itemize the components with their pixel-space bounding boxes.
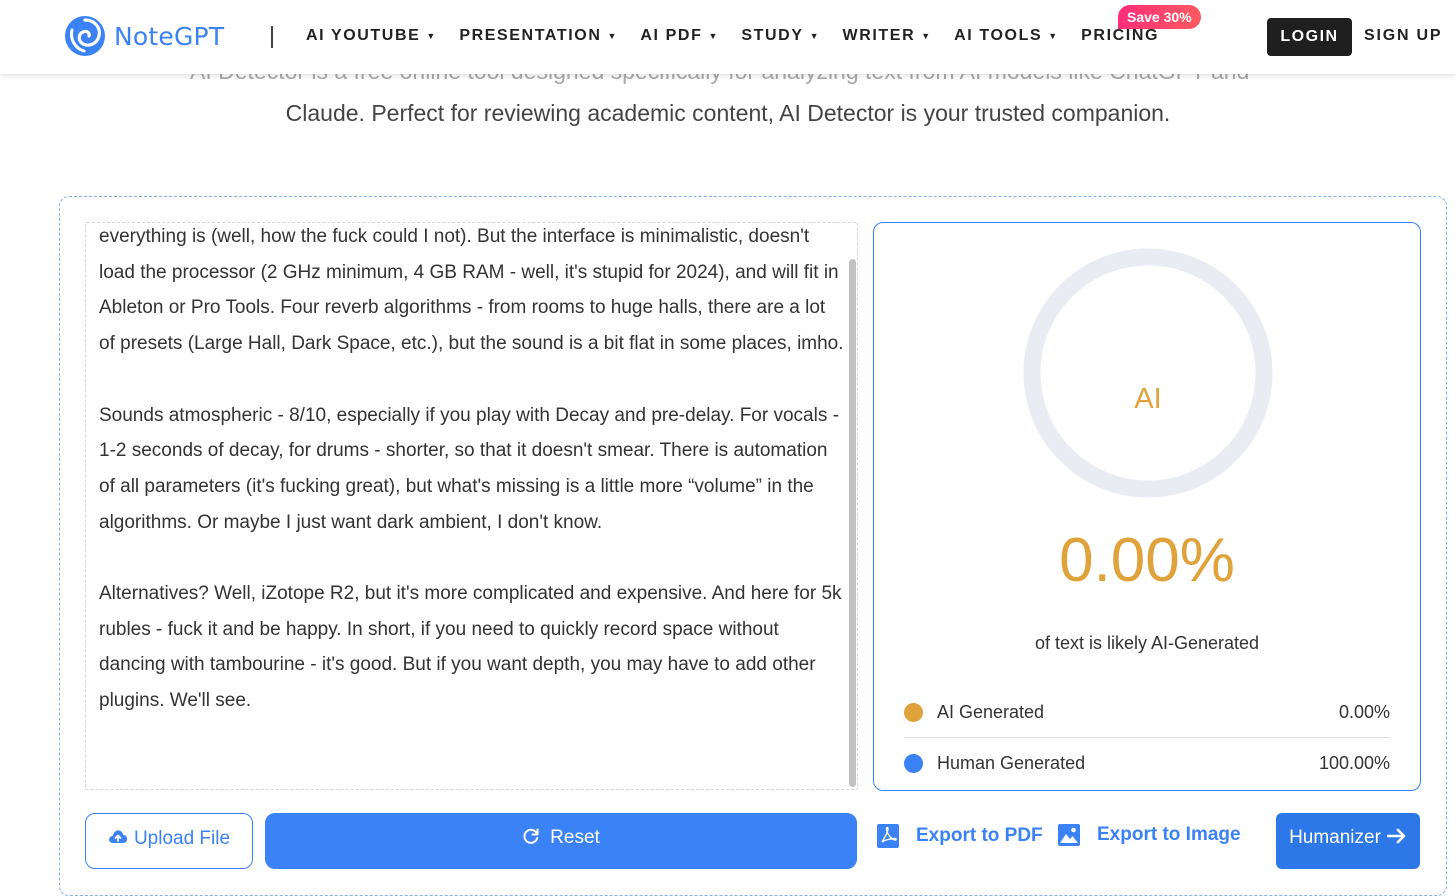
humanizer-label: Humanizer — [1289, 827, 1381, 848]
export-pdf-label: Export to PDF — [916, 825, 1043, 846]
result-caption: of text is likely AI-Generated — [1034, 633, 1260, 653]
refresh-icon — [522, 827, 540, 845]
nav-writer[interactable]: WRITER ▼ — [843, 27, 931, 45]
legend-value: 0.00% — [1338, 702, 1390, 722]
result-card: AI 0.00% of text is likely AI-Generated … — [873, 222, 1421, 791]
caret-down-icon: ▼ — [809, 31, 819, 41]
nav-divider — [271, 26, 273, 48]
save-discount-badge: Save 30% — [1118, 5, 1201, 29]
text-scrollbar[interactable] — [849, 259, 856, 787]
caret-down-icon: ▼ — [1048, 31, 1058, 41]
reset-button[interactable]: Reset — [265, 813, 857, 869]
pdf-file-icon — [876, 823, 900, 849]
notegpt-logo-icon — [62, 14, 108, 58]
nav-study[interactable]: STUDY ▼ — [741, 27, 818, 45]
export-image-button[interactable]: Export to Image — [1057, 823, 1241, 847]
input-text-content: everything is (well, how the fuck could … — [99, 223, 844, 755]
caret-down-icon: ▼ — [921, 31, 931, 41]
nav-ai-tools[interactable]: AI TOOLS ▼ — [954, 27, 1057, 45]
brand-name: NoteGPT — [114, 21, 225, 51]
ai-percentage: 0.00% — [1059, 526, 1235, 595]
upload-file-button[interactable]: Upload File — [85, 813, 253, 869]
reset-label: Reset — [550, 827, 600, 848]
intro-text-line-2: Claude. Perfect for reviewing academic c… — [285, 100, 1171, 126]
top-navbar: NoteGPT AI YOUTUBE ▼ PRESENTATION ▼ AI PDF… — [0, 0, 1456, 74]
input-paragraph: everything is (well, how the fuck could … — [99, 226, 844, 355]
ai-score-ring: AI — [1022, 247, 1274, 499]
login-button[interactable]: LOGIN — [1267, 18, 1352, 56]
caret-down-icon: ▼ — [708, 31, 718, 41]
human-dot-icon — [904, 753, 923, 773]
legend-ai-generated: AI Generated 0.00% — [904, 688, 1390, 738]
nav-ai-pdf[interactable]: AI PDF ▼ — [640, 27, 717, 45]
legend-label: AI Generated — [937, 702, 1045, 722]
nav-ai-youtube[interactable]: AI YOUTUBE ▼ — [306, 27, 435, 45]
ring-track — [1023, 248, 1273, 498]
input-paragraph: Alternatives? Well, iZotope R2, but it's… — [99, 583, 842, 712]
legend-value: 100.00% — [1318, 752, 1390, 773]
humanizer-button[interactable]: Humanizer — [1276, 813, 1420, 869]
caret-down-icon: ▼ — [426, 31, 436, 41]
arrow-right-icon — [1386, 827, 1407, 845]
export-image-label: Export to Image — [1097, 824, 1241, 845]
image-file-icon — [1057, 823, 1081, 847]
ring-chart — [1023, 248, 1273, 498]
export-pdf-button[interactable]: Export to PDF — [876, 823, 1043, 849]
brand-logo[interactable]: NoteGPT — [62, 14, 224, 58]
input-text-area[interactable]: everything is (well, how the fuck could … — [85, 222, 858, 790]
legend-label: Human Generated — [937, 752, 1086, 773]
caret-down-icon: ▼ — [607, 31, 617, 41]
upload-label: Upload File — [133, 828, 231, 849]
ai-dot-icon — [904, 703, 923, 722]
nav-presentation[interactable]: PRESENTATION ▼ — [459, 27, 616, 45]
input-paragraph: Sounds atmospheric - 8/10, especially if… — [99, 404, 839, 533]
signup-button[interactable]: SIGN UP — [1364, 27, 1442, 45]
nav-pricing[interactable]: PRICING — [1081, 27, 1159, 45]
legend-human-generated: Human Generated 100.00% — [904, 738, 1390, 788]
cloud-upload-icon — [108, 828, 128, 846]
main-nav: AI YOUTUBE ▼ PRESENTATION ▼ AI PDF ▼ STUDY ▼… — [306, 27, 1183, 45]
ring-label: AI — [1134, 383, 1162, 415]
